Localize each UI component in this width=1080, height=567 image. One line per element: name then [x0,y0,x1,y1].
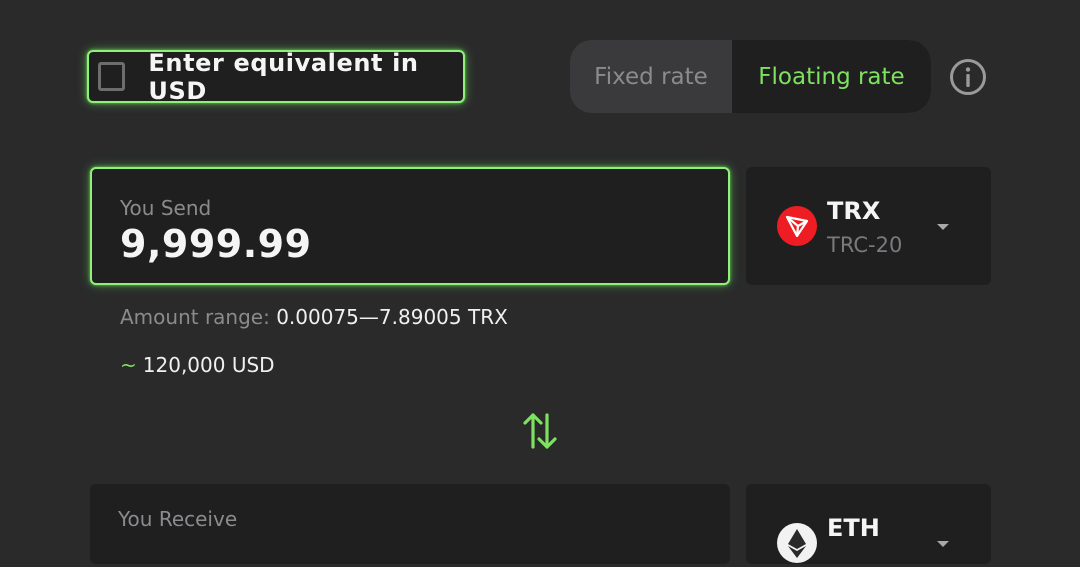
tron-logo-icon [777,206,817,246]
send-coin-network: TRC-20 [827,233,903,257]
receive-coin-selector[interactable]: ETH [746,484,991,564]
usd-equivalent-toggle[interactable]: Enter equivalent in USD [87,48,465,105]
approx-sign: ~ [120,353,137,377]
caret-down-icon [937,224,949,230]
caret-down-icon [937,541,949,547]
rate-type-switch: Fixed rate Floating rate [570,40,931,113]
amount-range: Amount range: 0.00075—7.89005 TRX [120,305,508,329]
amount-range-label: Amount range: [120,305,270,329]
usd-toggle-label: Enter equivalent in USD [148,48,419,105]
fixed-rate-option[interactable]: Fixed rate [570,40,732,113]
send-coin-selector[interactable]: TRX TRC-20 [746,167,991,285]
info-icon[interactable] [949,58,987,96]
send-amount-input[interactable]: 9,999.99 [120,222,312,266]
receive-label: You Receive [118,507,238,531]
usd-checkbox[interactable] [98,62,126,91]
receive-coin-ticker: ETH [827,514,880,542]
swap-arrows-icon[interactable] [519,410,561,452]
usd-equivalent-value: 120,000 USD [142,353,275,377]
amount-range-value: 0.00075—7.89005 TRX [276,305,508,329]
floating-rate-option[interactable]: Floating rate [732,40,931,113]
send-amount-field[interactable]: You Send 9,999.99 [90,167,730,285]
send-coin-ticker: TRX [827,197,881,225]
usd-equivalent: ~120,000 USD [120,353,275,377]
receive-amount-field[interactable]: You Receive [90,484,730,564]
ethereum-logo-icon [777,523,817,563]
send-label: You Send [120,196,212,220]
